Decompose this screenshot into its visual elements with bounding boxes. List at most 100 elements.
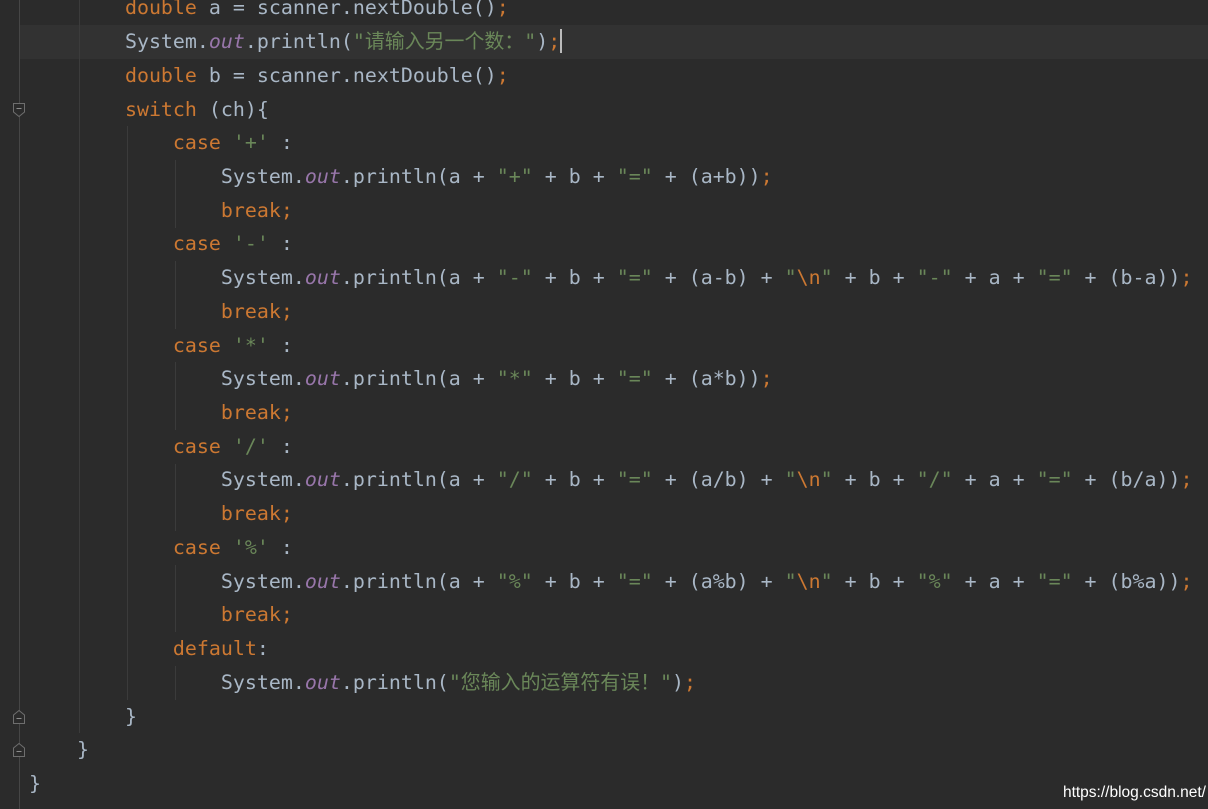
code-text-token: + b + <box>532 569 617 593</box>
code-line-text: case '-' : <box>29 232 293 255</box>
code-text-token: + (b/a)) <box>1072 468 1181 492</box>
code-text-token: (ch){ <box>196 97 269 121</box>
keyword-token: case <box>29 232 233 256</box>
code-line[interactable]: case '%' : <box>0 531 1208 565</box>
code-text-token: .println(a + <box>340 468 497 492</box>
string-literal-token: " <box>784 569 797 593</box>
code-line[interactable]: break; <box>0 194 1208 228</box>
code-text-token: + (b%a)) <box>1072 569 1181 593</box>
code-text-token: + (a+b)) <box>652 165 761 188</box>
code-text-token: System. <box>29 266 305 290</box>
string-literal-token: "请输入另一个数：" <box>352 30 537 54</box>
code-text-token: .println(a + <box>340 165 497 188</box>
keyword-token: ; <box>684 670 697 694</box>
string-literal-token: "=" <box>1036 569 1073 593</box>
keyword-token: \n <box>796 266 821 290</box>
code-text-token: b = scanner.nextDouble() <box>196 63 497 87</box>
static-field-token: out <box>304 670 341 694</box>
code-text-token: .println(a + <box>340 367 497 391</box>
code-line[interactable]: switch (ch){ <box>0 93 1208 127</box>
code-text-token: System. <box>29 670 305 694</box>
code-text-token: ) <box>672 670 685 694</box>
code-line[interactable]: default: <box>0 632 1208 666</box>
code-text-token: System. <box>29 30 209 54</box>
code-line[interactable]: } <box>0 700 1208 734</box>
code-text-token: System. <box>29 367 305 391</box>
keyword-token: break; <box>29 502 293 526</box>
code-line[interactable]: case '/' : <box>0 430 1208 464</box>
code-text-token: : <box>268 333 293 357</box>
text-caret <box>560 29 563 54</box>
code-text-token: : <box>268 434 293 458</box>
code-line[interactable]: break; <box>0 598 1208 632</box>
code-line[interactable]: System.out.println(a + "%" + b + "=" + (… <box>0 565 1208 599</box>
code-line-text: System.out.println("您输入的运算符有误！"); <box>29 671 696 694</box>
code-line[interactable]: System.out.println(a + "*" + b + "=" + (… <box>0 362 1208 396</box>
code-line-text: System.out.println(a + "*" + b + "=" + (… <box>29 367 773 390</box>
code-line[interactable]: System.out.println(a + "-" + b + "=" + (… <box>0 261 1208 295</box>
keyword-token: ; <box>1180 266 1193 290</box>
code-line[interactable]: } <box>0 767 1208 801</box>
fold-end-icon[interactable] <box>12 742 26 758</box>
keyword-token: case <box>29 333 233 357</box>
code-line[interactable]: break; <box>0 295 1208 329</box>
code-line-text: case '*' : <box>29 334 293 357</box>
code-line-text: case '/' : <box>29 435 293 458</box>
code-line[interactable]: System.out.println(a + "+" + b + "=" + (… <box>0 160 1208 194</box>
code-text-token: .println(a + <box>340 266 497 290</box>
string-literal-token: "*" <box>496 367 533 391</box>
current-code-line[interactable]: System.out.println("请输入另一个数："); <box>0 25 1208 59</box>
fold-end-icon[interactable] <box>12 709 26 725</box>
code-text-token: : <box>256 637 269 661</box>
keyword-token: case <box>29 434 233 458</box>
code-text-token: : <box>268 232 293 256</box>
code-text-token: + a + <box>952 569 1037 593</box>
code-line[interactable]: double a = scanner.nextDouble(); <box>0 0 1208 25</box>
code-lines[interactable]: double a = scanner.nextDouble(); System.… <box>0 0 1208 801</box>
string-literal-token: " <box>820 468 833 492</box>
code-text-token: System. <box>29 468 305 492</box>
static-field-token: out <box>304 468 341 492</box>
code-text-token: .println( <box>340 670 449 694</box>
code-line[interactable]: double b = scanner.nextDouble(); <box>0 59 1208 93</box>
code-line[interactable]: } <box>0 733 1208 767</box>
string-literal-token: " <box>784 266 797 290</box>
static-field-token: out <box>304 165 341 188</box>
code-line-text: break; <box>29 603 293 626</box>
string-literal-token: "%" <box>496 569 533 593</box>
code-text-token: + (b-a)) <box>1072 266 1181 290</box>
code-text-token: + a + <box>952 266 1037 290</box>
code-line[interactable]: System.out.println("您输入的运算符有误！"); <box>0 666 1208 700</box>
code-line[interactable]: case '-' : <box>0 227 1208 261</box>
code-line[interactable]: case '*' : <box>0 329 1208 363</box>
code-editor[interactable]: double a = scanner.nextDouble(); System.… <box>0 0 1208 809</box>
static-field-token: out <box>208 30 245 54</box>
code-text-token: + b + <box>532 367 617 391</box>
code-text-token: + b + <box>832 569 917 593</box>
code-text-token: + (a/b) + <box>652 468 785 492</box>
code-text-token: + (a-b) + <box>652 266 785 290</box>
string-literal-token: " <box>820 569 833 593</box>
code-text-token: } <box>29 738 89 762</box>
code-line-text: break; <box>29 401 293 424</box>
code-text-token: : <box>268 131 293 155</box>
keyword-token: ; <box>496 0 509 20</box>
keyword-token: break; <box>29 198 293 222</box>
keyword-token: break; <box>29 299 293 323</box>
string-literal-token: '-' <box>232 232 269 256</box>
keyword-token: \n <box>796 468 821 492</box>
string-literal-token: "%" <box>916 569 953 593</box>
keyword-token: break; <box>29 401 293 425</box>
fold-collapse-icon[interactable] <box>12 102 26 118</box>
code-line[interactable]: break; <box>0 396 1208 430</box>
code-line-text: double b = scanner.nextDouble(); <box>29 64 509 87</box>
code-line[interactable]: case '+' : <box>0 126 1208 160</box>
string-literal-token: " <box>820 266 833 290</box>
code-line[interactable]: break; <box>0 497 1208 531</box>
string-literal-token: '%' <box>232 535 269 559</box>
code-line-text: } <box>29 772 41 795</box>
string-literal-token: "=" <box>616 266 653 290</box>
code-line[interactable]: System.out.println(a + "/" + b + "=" + (… <box>0 463 1208 497</box>
string-literal-token: "-" <box>916 266 953 290</box>
code-line-text: System.out.println("请输入另一个数："); <box>29 29 563 54</box>
